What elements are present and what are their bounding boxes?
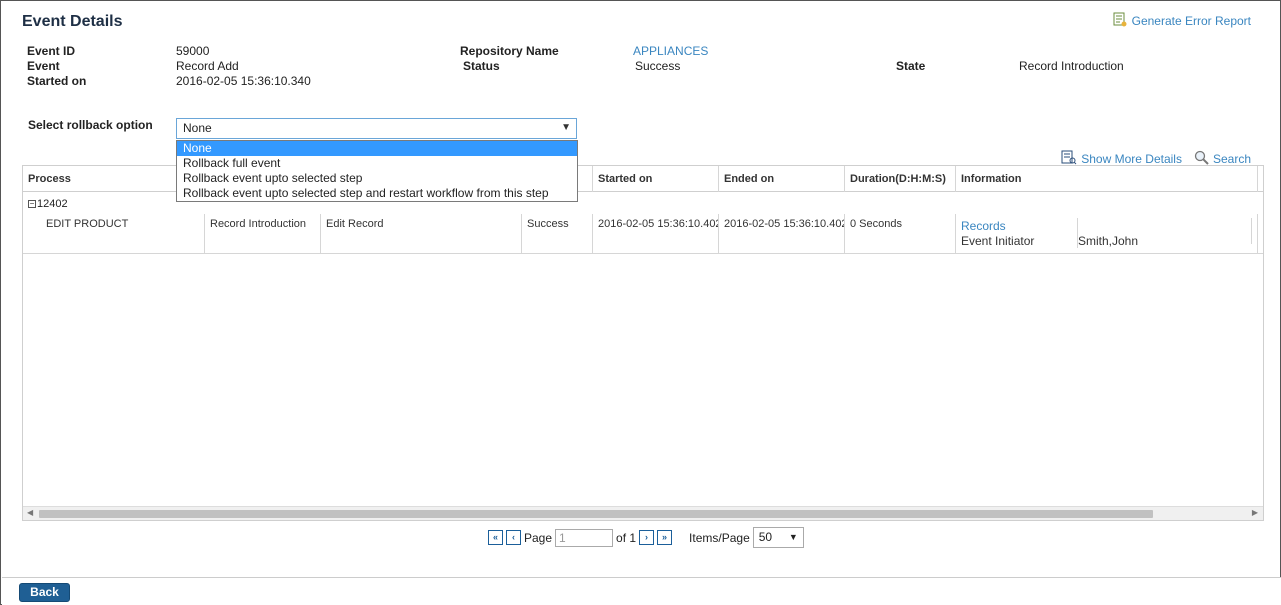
- show-more-details-label: Show More Details: [1081, 152, 1182, 166]
- activity-cell: Edit Record: [320, 214, 521, 254]
- items-per-page-select[interactable]: 50 ▼: [752, 527, 804, 548]
- column-header-started-on[interactable]: Started on: [592, 166, 718, 192]
- scroll-left-icon[interactable]: ◀: [27, 508, 33, 517]
- pagination: « ‹ Page of 1 › » Items/Page 50 ▼: [488, 527, 804, 548]
- rollback-option-upto-step-restart[interactable]: Rollback event upto selected step and re…: [177, 186, 577, 201]
- footer-bar: [2, 577, 1281, 605]
- group-id: 12402: [37, 198, 68, 210]
- dropdown-arrow-icon: ▼: [561, 122, 571, 133]
- scrollbar-thumb[interactable]: [39, 510, 1153, 518]
- event-label: Event: [27, 59, 60, 73]
- records-link[interactable]: Records: [961, 219, 1006, 233]
- horizontal-scrollbar[interactable]: ◀ ▶: [23, 506, 1263, 520]
- rollback-option-none[interactable]: None: [177, 141, 577, 156]
- column-header-extra[interactable]: [1257, 166, 1263, 192]
- collapse-icon[interactable]: −: [28, 200, 36, 208]
- next-page-icon[interactable]: ›: [639, 530, 655, 545]
- started-on-value: 2016-02-05 15:36:10.340: [176, 74, 311, 88]
- event-id-label: Event ID: [27, 44, 76, 58]
- step-cell: Record Introduction: [204, 214, 320, 254]
- first-page-icon[interactable]: «: [488, 530, 503, 545]
- report-icon: [1113, 12, 1127, 30]
- repository-name-label: Repository Name: [460, 44, 559, 58]
- event-value: Record Add: [176, 59, 239, 73]
- state-value: Record Introduction: [1019, 59, 1124, 73]
- ended-on-cell: 2016-02-05 15:36:10.402: [718, 214, 844, 254]
- event-steps-grid: Process Started on Ended on Duration(D:H…: [22, 165, 1264, 521]
- group-row[interactable]: − 12402: [28, 198, 68, 210]
- rollback-option-label: Select rollback option: [28, 118, 153, 132]
- page-title: Event Details: [22, 13, 123, 30]
- items-per-page-value: 50: [758, 530, 773, 544]
- page-of-label: of 1: [616, 530, 637, 545]
- rollback-selected-value: None: [183, 121, 212, 135]
- info-divider-right: [1251, 218, 1252, 244]
- event-details-window: Event Details Generate Error Report Even…: [0, 0, 1281, 605]
- generate-error-report-label: Generate Error Report: [1131, 14, 1251, 28]
- event-initiator-value: Smith,John: [1078, 234, 1139, 248]
- information-cell: Records Event Initiator Smith,John: [955, 214, 1257, 254]
- generate-error-report-link[interactable]: Generate Error Report: [1113, 12, 1251, 30]
- event-initiator-label: Event Initiator: [961, 234, 1035, 248]
- status-cell: Success: [521, 214, 592, 254]
- repository-name-link[interactable]: APPLIANCES: [633, 44, 708, 58]
- status-value: Success: [635, 59, 681, 73]
- rollback-option-full-event[interactable]: Rollback full event: [177, 156, 577, 171]
- page-number-input[interactable]: [555, 528, 614, 547]
- extra-cell: [1257, 214, 1263, 254]
- scroll-right-icon[interactable]: ▶: [1252, 508, 1258, 517]
- prev-page-icon[interactable]: ‹: [506, 530, 521, 545]
- back-button[interactable]: Back: [19, 583, 70, 602]
- process-cell: EDIT PRODUCT: [46, 218, 129, 230]
- event-id-value: 59000: [176, 44, 210, 58]
- status-label: Status: [463, 59, 500, 73]
- duration-cell: 0 Seconds: [844, 214, 955, 254]
- rollback-options-list: None Rollback full event Rollback event …: [176, 140, 578, 202]
- column-header-information[interactable]: Information: [955, 166, 1257, 192]
- started-on-label: Started on: [27, 74, 87, 88]
- items-per-page-label: Items/Page: [689, 530, 750, 545]
- last-page-icon[interactable]: »: [657, 530, 673, 545]
- chevron-down-icon: ▼: [788, 532, 798, 542]
- state-label: State: [896, 59, 926, 73]
- rollback-option-upto-step[interactable]: Rollback event upto selected step: [177, 171, 577, 186]
- started-on-cell: 2016-02-05 15:36:10.402: [592, 214, 718, 254]
- column-header-duration[interactable]: Duration(D:H:M:S): [844, 166, 955, 192]
- rollback-option-select[interactable]: None ▼: [176, 118, 577, 139]
- column-header-ended-on[interactable]: Ended on: [718, 166, 844, 192]
- page-label: Page: [524, 530, 553, 545]
- table-row[interactable]: EDIT PRODUCT Record Introduction Edit Re…: [23, 214, 1263, 254]
- search-label: Search: [1212, 152, 1251, 166]
